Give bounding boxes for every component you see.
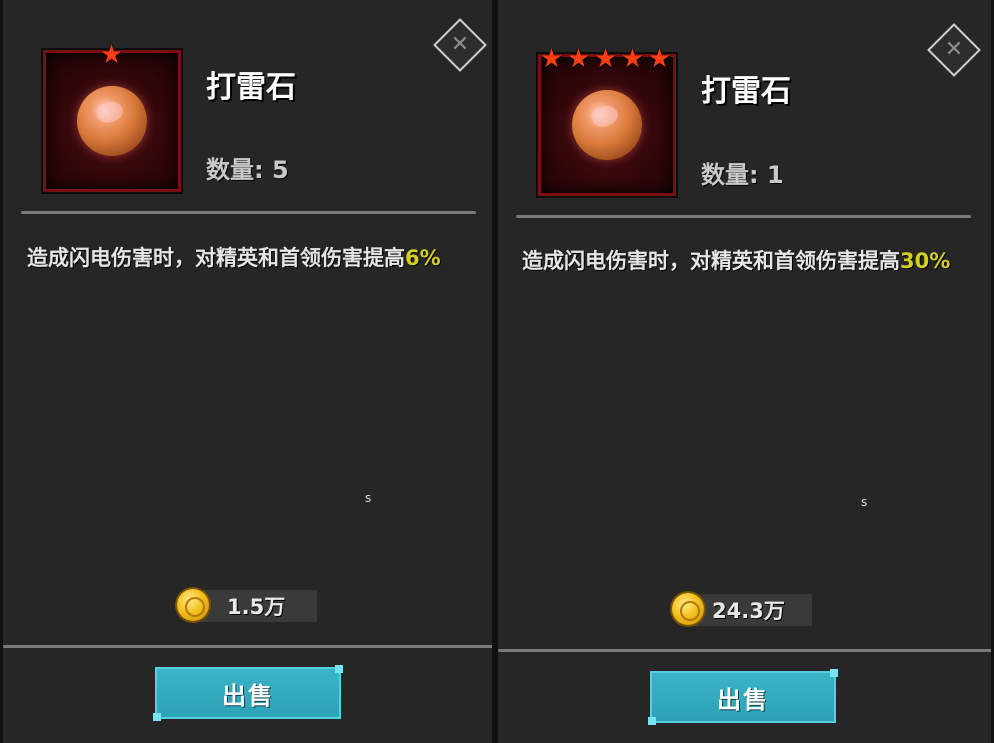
divider-bottom <box>3 645 492 648</box>
item-description: 造成闪电伤害时，对精英和首领伤害提高6% <box>27 241 467 275</box>
item-icon-frame <box>43 50 181 192</box>
item-icon-frame <box>538 54 676 196</box>
tiny-label: s <box>861 495 868 509</box>
quantity-value: 5 <box>271 156 289 184</box>
star-icon: ★ <box>647 44 672 74</box>
sell-button[interactable]: 出售 <box>648 669 838 725</box>
sell-button-label: 出售 <box>717 685 769 714</box>
quantity-label: 数量: <box>701 161 759 189</box>
item-detail-panel-left: ★ 打雷石 数量: 5 ✕ 造成闪电伤害时，对精英和首领伤害提高6% s 1.5… <box>0 0 495 743</box>
tiny-label: s <box>365 491 372 505</box>
description-text: 造成闪电伤害时，对精英和首领伤害提高 <box>522 249 900 273</box>
gold-coin-icon <box>177 589 209 621</box>
star-icon: ★ <box>620 44 645 74</box>
thunder-stone-orb-icon <box>77 86 147 156</box>
close-button[interactable]: ✕ <box>433 18 487 72</box>
star-icon: ★ <box>99 40 124 70</box>
close-x-icon: ✕ <box>450 32 470 57</box>
gold-coin-icon <box>672 593 704 625</box>
star-rating: ★ <box>98 42 125 68</box>
divider-top <box>21 211 476 214</box>
star-icon: ★ <box>593 44 618 74</box>
price-box: 24.3万 <box>688 594 812 626</box>
item-name: 打雷石 <box>206 70 296 105</box>
description-highlight-value: 6% <box>405 246 441 270</box>
close-x-icon: ✕ <box>944 37 964 62</box>
item-detail-panel-right: ★ ★ ★ ★ ★ 打雷石 数量: 1 ✕ 造成闪电伤害时，对精英和首领伤害提高30% … <box>495 0 994 743</box>
price-box: 1.5万 <box>193 590 317 622</box>
description-highlight-value: 30% <box>900 249 951 273</box>
quantity-label: 数量: <box>206 156 264 184</box>
quantity-row: 数量: 1 <box>701 155 784 190</box>
star-icon: ★ <box>539 44 564 74</box>
item-description: 造成闪电伤害时，对精英和首领伤害提高30% <box>522 244 962 278</box>
sell-button[interactable]: 出售 <box>153 665 343 721</box>
star-icon: ★ <box>566 44 591 74</box>
close-button[interactable]: ✕ <box>927 23 981 77</box>
thunder-stone-orb-icon <box>572 90 642 160</box>
sell-button-label: 出售 <box>222 681 274 710</box>
divider-bottom <box>498 649 991 652</box>
item-name: 打雷石 <box>701 74 791 109</box>
quantity-row: 数量: 5 <box>206 150 289 185</box>
star-rating: ★ ★ ★ ★ ★ <box>538 46 673 72</box>
divider-top <box>516 215 971 218</box>
description-text: 造成闪电伤害时，对精英和首领伤害提高 <box>27 246 405 270</box>
quantity-value: 1 <box>766 161 784 189</box>
